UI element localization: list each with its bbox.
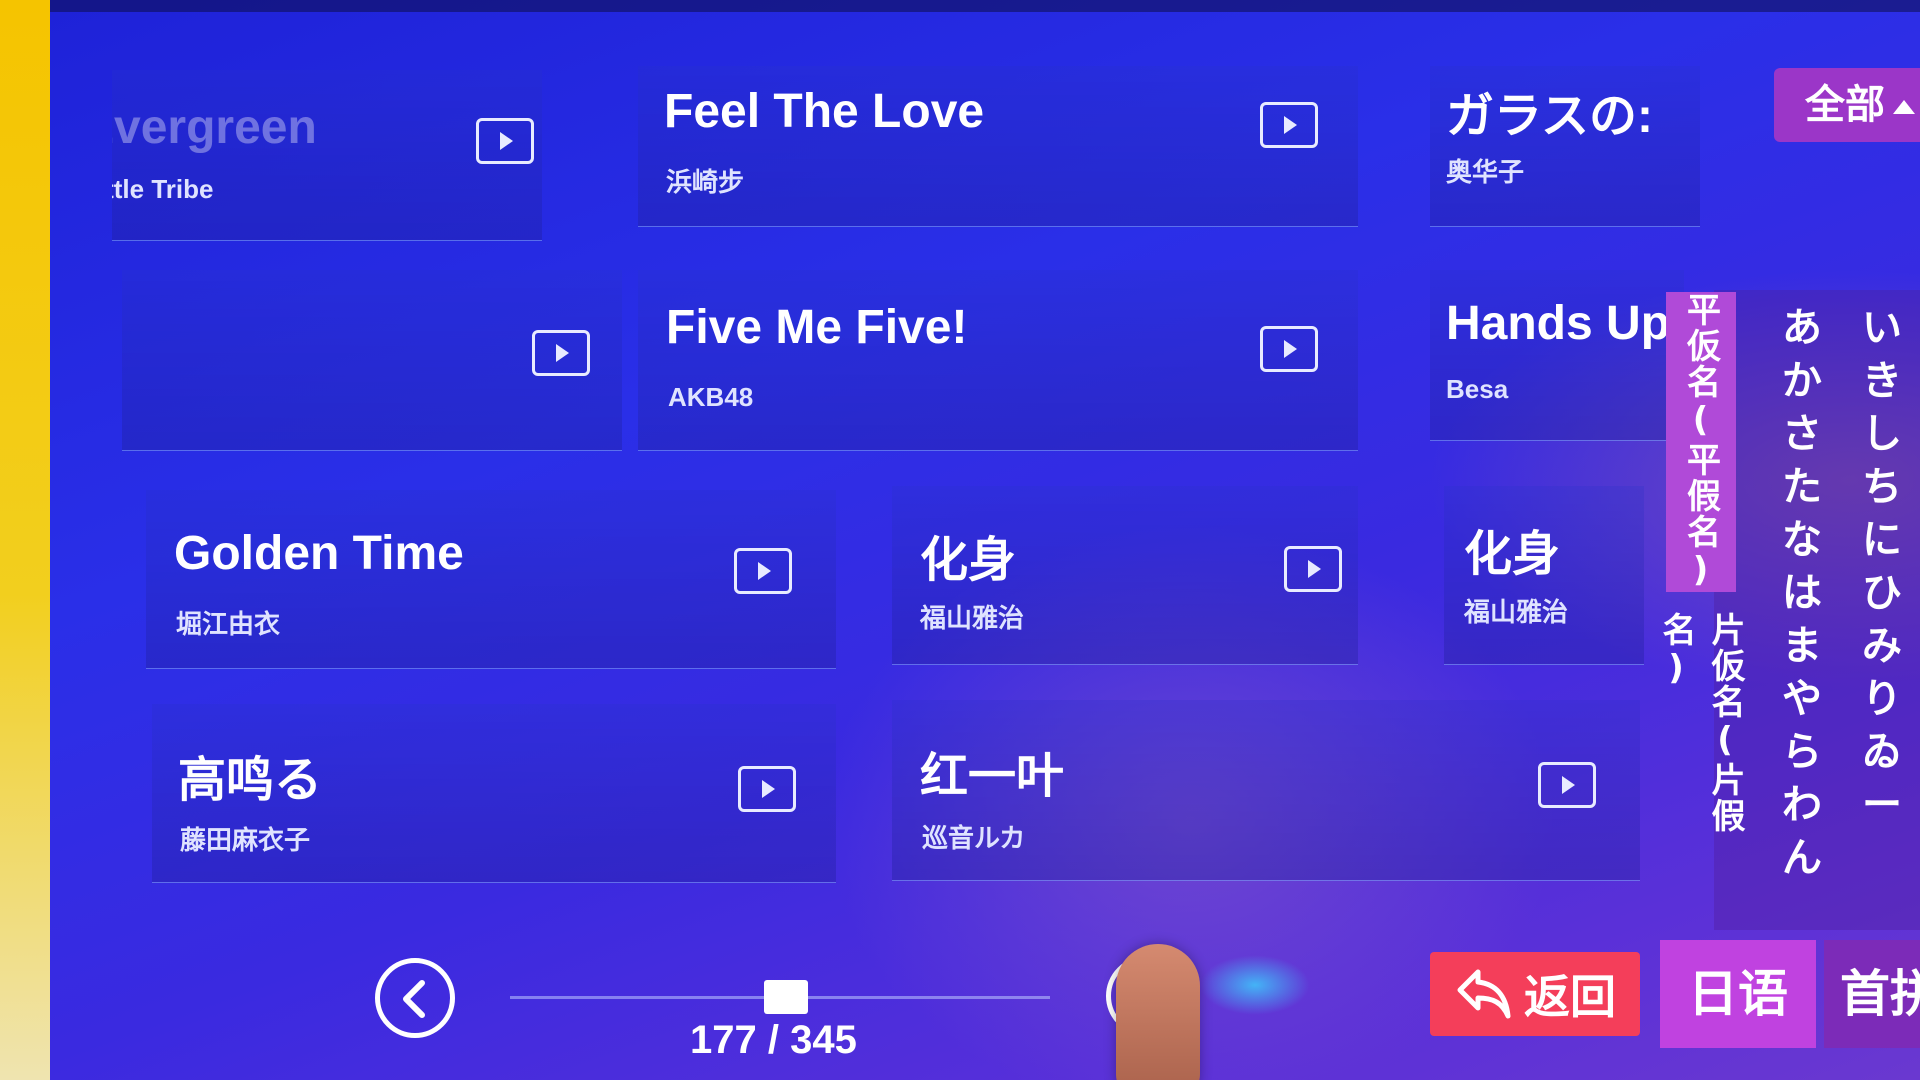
song-card[interactable]: [122, 270, 622, 451]
prev-page-button[interactable]: [375, 958, 455, 1038]
kana-key[interactable]: ゐ: [1852, 726, 1912, 779]
kana-key[interactable]: し: [1852, 408, 1912, 461]
karaoke-screen: Evergreen Little Tribe Feel The Love 浜崎步…: [50, 0, 1920, 1080]
play-video-icon[interactable]: [1284, 546, 1342, 592]
return-arrow-icon: [1457, 969, 1511, 1019]
kana-key[interactable]: き: [1852, 355, 1912, 408]
song-title: Golden Time: [174, 527, 464, 580]
song-title: Hands Up: [1446, 297, 1671, 350]
play-video-icon[interactable]: [532, 330, 590, 376]
play-video-icon[interactable]: [734, 548, 792, 594]
song-card[interactable]: Five Me Five! AKB48: [638, 270, 1358, 451]
song-card[interactable]: Evergreen Little Tribe: [112, 70, 542, 241]
song-card[interactable]: ガラスの: 奥华子: [1430, 66, 1700, 227]
glow-decoration: [1200, 955, 1310, 1015]
song-artist: AKB48: [668, 382, 754, 412]
song-artist: 浜崎步: [666, 167, 745, 197]
song-artist: 堀江由衣: [176, 609, 281, 639]
song-card[interactable]: 化身 福山雅治: [1444, 486, 1644, 665]
song-artist: 福山雅治: [920, 603, 1025, 633]
kana-key[interactable]: ま: [1772, 620, 1832, 673]
song-title: 红一叶: [920, 750, 1065, 803]
song-card[interactable]: 化身 福山雅治: [892, 486, 1358, 665]
top-strip: [50, 0, 1920, 12]
kana-column-i: い き し ち に ひ み り ゐ ー: [1852, 302, 1912, 832]
play-video-icon[interactable]: [738, 766, 796, 812]
song-title: 化身: [920, 534, 1017, 587]
filter-dropdown-button[interactable]: 全部: [1774, 68, 1920, 142]
kana-key[interactable]: ひ: [1852, 567, 1912, 620]
song-card[interactable]: 红一叶 巡音ルカ: [892, 700, 1640, 881]
play-video-icon[interactable]: [1260, 102, 1318, 148]
song-card[interactable]: Hands Up Besa: [1430, 270, 1684, 441]
song-title: 化身: [1464, 528, 1561, 581]
kana-key[interactable]: ん: [1772, 832, 1832, 885]
song-artist: Little Tribe: [112, 174, 214, 204]
kana-key[interactable]: り: [1852, 673, 1912, 726]
kana-key[interactable]: な: [1772, 514, 1832, 567]
song-card[interactable]: Golden Time 堀江由衣: [146, 490, 836, 669]
kana-key[interactable]: か: [1772, 355, 1832, 408]
user-finger: [1116, 944, 1200, 1080]
page-slider-thumb[interactable]: [763, 980, 808, 1014]
play-video-icon[interactable]: [1260, 326, 1318, 372]
song-title: ガラスの:: [1446, 90, 1654, 143]
back-button[interactable]: 返回: [1430, 952, 1640, 1036]
song-title: Evergreen: [112, 101, 317, 154]
kana-column-a: あ か さ た な は ま や ら わ ん: [1772, 302, 1832, 885]
back-button-label: 返回: [1524, 970, 1616, 1024]
song-artist: 藤田麻衣子: [180, 825, 311, 855]
play-video-icon[interactable]: [476, 118, 534, 164]
tab-hiragana[interactable]: 平仮名(平假名): [1666, 292, 1736, 592]
kana-key[interactable]: ち: [1852, 461, 1912, 514]
song-title: Feel The Love: [664, 85, 985, 138]
kana-key[interactable]: わ: [1772, 779, 1832, 832]
song-artist: 福山雅治: [1464, 597, 1569, 627]
caret-up-icon: [1893, 100, 1915, 114]
song-artist: 巡音ルカ: [922, 823, 1026, 853]
kana-key[interactable]: に: [1852, 514, 1912, 567]
song-artist: Besa: [1446, 374, 1509, 404]
kana-key[interactable]: い: [1852, 302, 1912, 355]
filter-label: 全部: [1805, 82, 1885, 128]
play-video-icon[interactable]: [1538, 762, 1596, 808]
song-card[interactable]: Feel The Love 浜崎步: [638, 66, 1358, 227]
kana-key[interactable]: や: [1772, 673, 1832, 726]
bezel-sticker: [0, 900, 22, 1080]
song-card[interactable]: 高鸣る 藤田麻衣子: [152, 704, 836, 883]
tab-first-letter[interactable]: 首拼: [1824, 940, 1920, 1048]
kana-key[interactable]: み: [1852, 620, 1912, 673]
chevron-left-icon: [403, 980, 425, 1018]
song-title: 高鸣る: [178, 754, 323, 807]
kana-key[interactable]: ー: [1852, 779, 1912, 832]
kana-key[interactable]: さ: [1772, 408, 1832, 461]
tab-japanese[interactable]: 日语: [1660, 940, 1816, 1048]
kana-key[interactable]: は: [1772, 567, 1832, 620]
kana-key[interactable]: ら: [1772, 726, 1832, 779]
tab-katakana[interactable]: 片仮名(片假名): [1656, 612, 1745, 882]
kana-key[interactable]: あ: [1772, 302, 1832, 355]
song-title: Five Me Five!: [666, 301, 968, 354]
kana-key[interactable]: た: [1772, 461, 1832, 514]
song-artist: 奥华子: [1446, 157, 1525, 187]
page-indicator: 177 / 345: [690, 1018, 857, 1062]
